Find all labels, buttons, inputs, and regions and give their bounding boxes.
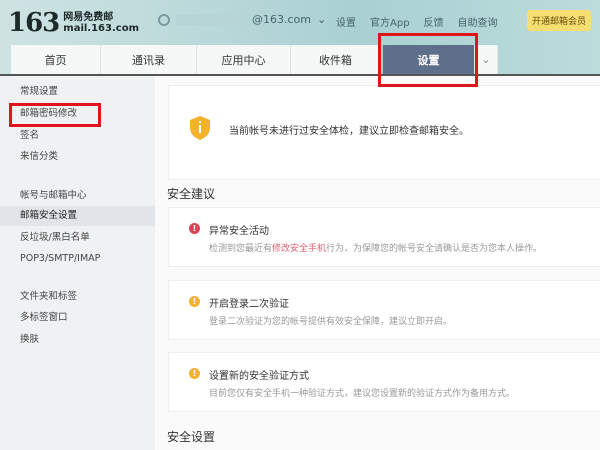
account-email: @163.com xyxy=(252,13,311,26)
sidebar-item-filters[interactable]: 来信分类 xyxy=(0,147,155,167)
sidebar-item-pop3[interactable]: POP3/SMTP/IMAP xyxy=(0,249,155,269)
sidebar: 常规设置 邮箱密码修改 签名 来信分类 帐号与邮箱中心 邮箱安全设置 反垃圾/黑… xyxy=(0,76,155,450)
suggestion-card[interactable]: ! 开启登录二次验证 登录二次验证为您的帐号提供有效安全保障，建议立即开启。 xyxy=(168,280,600,340)
avatar xyxy=(158,13,170,26)
logo-number: 163 xyxy=(8,8,60,38)
logo[interactable]: 163 网易免费邮 mail.163.com xyxy=(8,8,139,38)
sidebar-item-folders[interactable]: 文件夹和标签 xyxy=(0,287,155,307)
sidebar-item-multitab[interactable]: 多标签窗口 xyxy=(0,308,155,328)
sidebar-item-account-center[interactable]: 帐号与邮箱中心 xyxy=(0,186,155,206)
desc-text: 行为，为保障您的帐号安全请确认是否为您本人操作。 xyxy=(326,244,543,254)
card-title: 异常安全活动 xyxy=(209,226,269,237)
desc-text: 检测到您最近有 xyxy=(209,244,273,254)
account-menu[interactable]: @163.com ⌄ xyxy=(158,13,326,26)
change-phone-link[interactable]: 修改安全手机 xyxy=(272,244,326,254)
suggestion-card[interactable]: ! 异常安全活动 检测到您最近有修改安全手机行为，为保障您的帐号安全请确认是否为… xyxy=(168,207,600,267)
sidebar-item-skin[interactable]: 换肤 xyxy=(0,330,155,350)
security-notice-card: 当前帐号未进行过安全体检，建议立即检查邮箱安全。 xyxy=(168,85,600,180)
tab-home[interactable]: 首页 xyxy=(11,45,101,74)
tab-inbox[interactable]: 收件箱 xyxy=(291,45,381,74)
sidebar-item-general[interactable]: 常规设置 xyxy=(0,82,155,102)
link-self-service[interactable]: 自助查询 xyxy=(458,14,498,29)
chevron-down-icon: ⌄ xyxy=(317,13,327,26)
vip-button[interactable]: 开通邮箱会员 xyxy=(527,10,592,31)
card-desc: 检测到您最近有修改安全手机行为，为保障您的帐号安全请确认是否为您本人操作。 xyxy=(209,241,542,254)
link-feedback[interactable]: 反馈 xyxy=(424,14,444,29)
card-title: 设置新的安全验证方式 xyxy=(209,371,309,382)
sidebar-item-security[interactable]: 邮箱安全设置 xyxy=(0,206,155,226)
shield-icon xyxy=(190,116,210,140)
section-heading-suggestions: 安全建议 xyxy=(167,187,216,201)
link-app[interactable]: 官方App xyxy=(370,14,410,29)
card-desc: 登录二次验证为您的帐号提供有效安全保障，建议立即开启。 xyxy=(209,317,453,327)
warning-icon: ! xyxy=(189,296,200,307)
warning-icon: ! xyxy=(189,368,200,379)
link-settings[interactable]: 设置 xyxy=(336,14,356,29)
suggestion-card[interactable]: ! 设置新的安全验证方式 目前您仅有安全手机一种验证方式，建议您设置新的验证方式… xyxy=(168,352,600,412)
logo-name: 网易免费邮 xyxy=(63,12,114,23)
tab-contacts[interactable]: 通讯录 xyxy=(101,45,197,74)
tab-more-chevron-icon[interactable]: ⌄ xyxy=(475,45,498,74)
sidebar-item-antispam[interactable]: 反垃圾/黑白名单 xyxy=(0,228,155,248)
highlight-box-password xyxy=(9,103,101,127)
alert-icon: ! xyxy=(189,223,200,234)
notice-text: 当前帐号未进行过安全体检，建议立即检查邮箱安全。 xyxy=(229,126,469,137)
account-name-blurred xyxy=(176,14,246,25)
card-desc: 目前您仅有安全手机一种验证方式，建议您设置新的验证方式作为备用方式。 xyxy=(209,389,516,399)
highlight-box-settings xyxy=(378,33,478,87)
main-content: 当前帐号未进行过安全体检，建议立即检查邮箱安全。 安全建议 ! 异常安全活动 检… xyxy=(155,76,600,450)
logo-domain: mail.163.com xyxy=(63,23,139,34)
tab-apps[interactable]: 应用中心 xyxy=(197,45,291,74)
card-title: 开启登录二次验证 xyxy=(209,299,289,310)
section-heading-settings: 安全设置 xyxy=(167,430,216,444)
sidebar-item-signature[interactable]: 签名 xyxy=(0,126,155,146)
